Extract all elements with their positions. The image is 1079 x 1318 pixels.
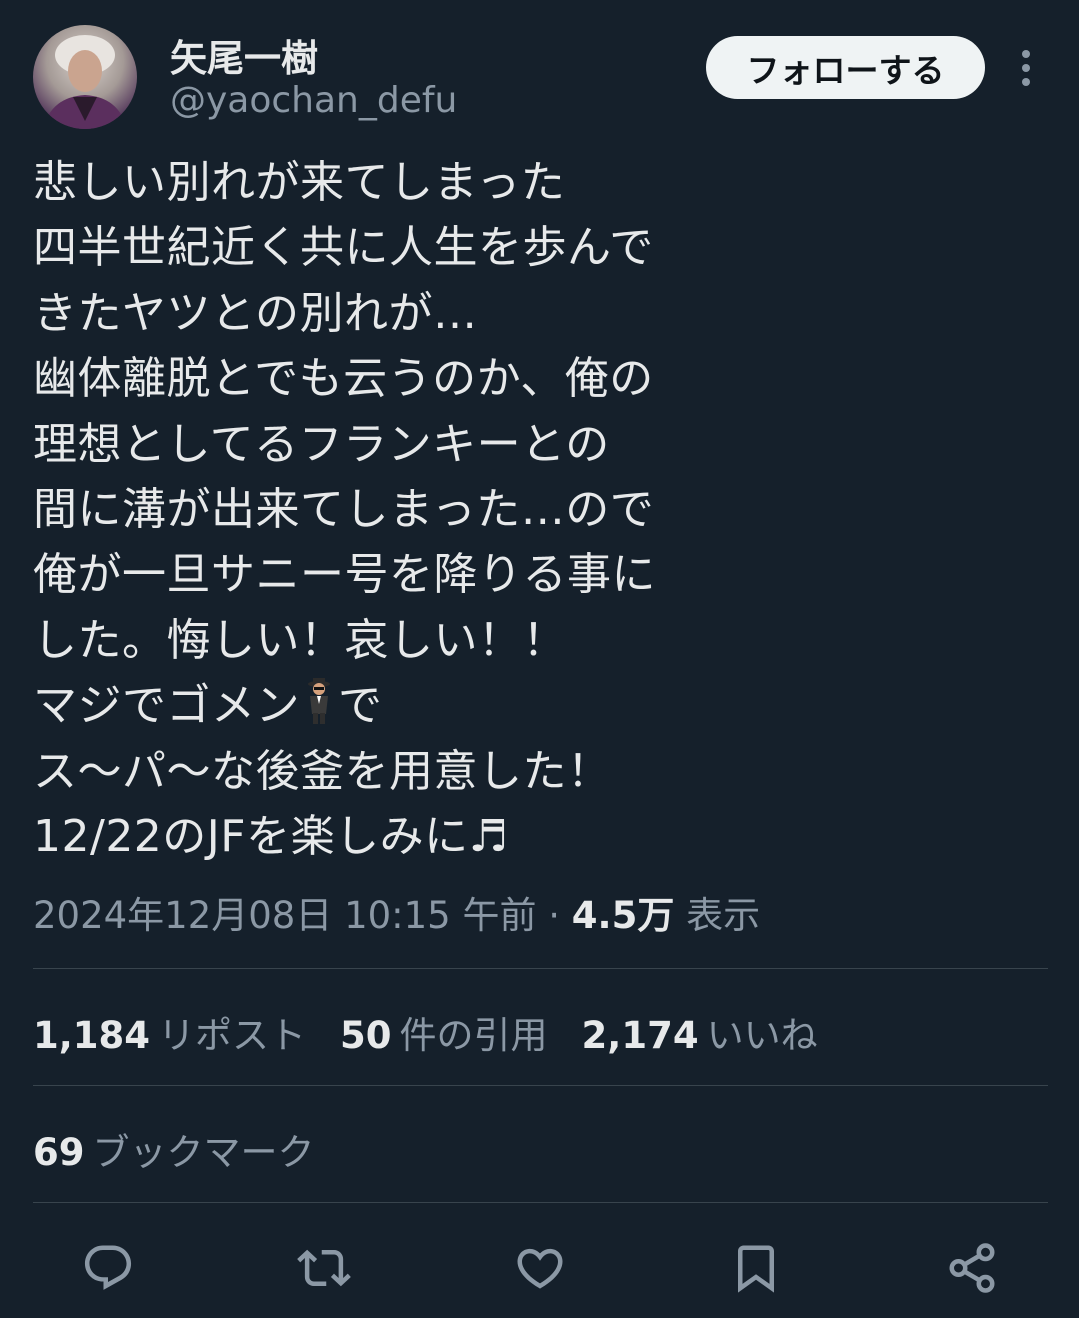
repost-button[interactable] [294, 1238, 354, 1298]
heart-icon [517, 1248, 563, 1289]
bookmarks-label: ブックマーク [92, 1131, 315, 1174]
bookmarks-count: 69 [33, 1131, 85, 1174]
display-name[interactable]: 矢尾一樹 [170, 28, 318, 82]
likes-label: いいね [706, 1014, 818, 1057]
quotes-stat[interactable]: 50 件の引用 [340, 1005, 548, 1059]
avatar[interactable] [33, 25, 137, 129]
tweet-line: 12/22のJFを楽しみに♬ [33, 810, 509, 862]
views-count[interactable]: 4.5万 [572, 894, 675, 937]
divider [33, 1085, 1048, 1086]
tweet-line: 四半世紀近く共に人生を歩んで [33, 222, 654, 274]
tweet-line: ス〜パ〜な後釜を用意した！ [33, 745, 612, 797]
share-icon [949, 1243, 995, 1293]
man-in-business-suit-levitating-icon [304, 678, 334, 744]
tweet-line: 俺が一旦サニー号を降りる事に [33, 549, 656, 601]
quotes-label: 件の引用 [399, 1014, 548, 1057]
tweet-line: 理想としてるフランキーとの [33, 418, 610, 470]
divider [33, 1202, 1048, 1203]
user-handle[interactable]: @yaochan_defu [170, 80, 457, 121]
tweet-line: 幽体離脱とでも云うのか、俺の [33, 353, 654, 405]
reply-button[interactable] [78, 1238, 138, 1298]
tweet-timestamp[interactable]: 2024年12月08日 10:15 午前 [33, 894, 536, 937]
reply-icon [84, 1245, 132, 1290]
reposts-label: リポスト [158, 1014, 307, 1057]
bookmarks-stat[interactable]: 69 ブックマーク [33, 1122, 315, 1176]
repost-icon [297, 1249, 351, 1287]
reposts-stat[interactable]: 1,184 リポスト [33, 1005, 306, 1059]
views-label: 表示 [686, 894, 761, 937]
tweet-line: 間に溝が出来てしまった…ので [33, 483, 655, 535]
more-options-button[interactable] [1006, 44, 1046, 92]
bookmark-button[interactable] [726, 1238, 786, 1298]
tweet-line-with-emoji: マジでゴメン で [33, 673, 733, 738]
tweet-line-part: マジでゴメン [33, 680, 300, 732]
likes-stat[interactable]: 2,174 いいね [582, 1005, 818, 1059]
bookmark-icon [738, 1245, 774, 1293]
likes-count: 2,174 [581, 1014, 699, 1057]
tweet-line-part: で [338, 680, 383, 732]
tweet-line: 悲しい別れが来てしまった [33, 157, 566, 208]
tweet-text: 悲しい別れが来てしまった 四半世紀近く共に人生を歩んで きたヤツとの別れが… 幽… [33, 150, 733, 869]
quotes-count: 50 [340, 1014, 392, 1057]
divider [33, 968, 1048, 969]
tweet-meta: 2024年12月08日 10:15 午前 · 4.5万 表示 [33, 885, 760, 939]
like-button[interactable] [510, 1238, 570, 1298]
meta-separator: · [548, 894, 561, 937]
reposts-count: 1,184 [33, 1014, 151, 1057]
follow-button[interactable]: フォローする [706, 36, 985, 99]
share-button[interactable] [942, 1238, 1002, 1298]
more-vertical-icon [1022, 50, 1030, 86]
avatar-image [43, 35, 127, 129]
tweet-line: きたヤツとの別れが… [33, 287, 478, 339]
engagement-stats: 1,184 リポスト 50 件の引用 2,174 いいね [33, 1005, 818, 1059]
tweet-line: した。悔しい！哀しい！！ [33, 614, 567, 666]
